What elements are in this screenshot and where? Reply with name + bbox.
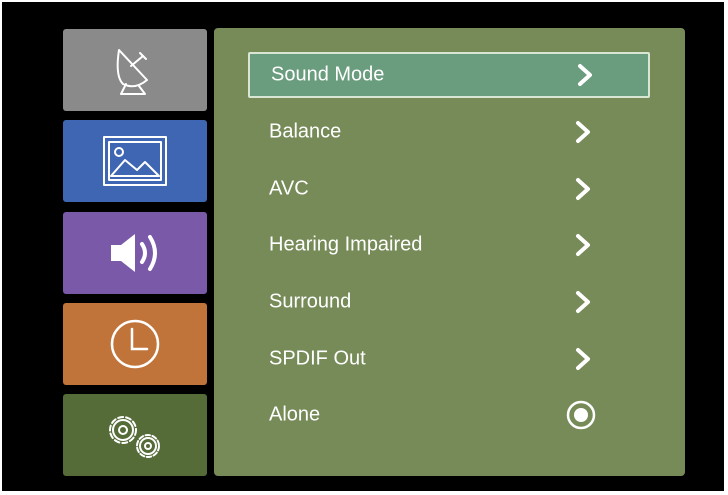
- menu-item-spdif-out[interactable]: SPDIF Out: [248, 336, 650, 382]
- satellite-dish-icon: [111, 44, 159, 96]
- menu-item-balance[interactable]: Balance: [248, 109, 650, 155]
- menu-item-surround[interactable]: Surround: [248, 279, 650, 325]
- speaker-icon: [107, 231, 163, 275]
- menu-item-sound-mode[interactable]: Sound Mode: [248, 52, 650, 98]
- gears-icon: [97, 406, 173, 464]
- menu-item-label: Surround: [269, 290, 352, 313]
- chevron-right-icon: [575, 63, 595, 87]
- menu-item-label: Alone: [269, 403, 321, 426]
- menu-item-label: Sound Mode: [271, 63, 385, 86]
- tab-picture[interactable]: [63, 120, 207, 202]
- picture-icon: [103, 136, 167, 186]
- tab-time[interactable]: [63, 303, 207, 385]
- menu-item-label: SPDIF Out: [269, 347, 366, 370]
- clock-icon: [109, 318, 161, 370]
- chevron-right-icon: [573, 120, 593, 144]
- chevron-right-icon: [573, 290, 593, 314]
- menu-item-avc[interactable]: AVC: [248, 166, 650, 212]
- sound-menu-panel: Sound Mode Balance AVC Hearing Impaired: [214, 28, 685, 476]
- tv-menu-screen: Sound Mode Balance AVC Hearing Impaired: [2, 2, 724, 491]
- tab-channel[interactable]: [63, 29, 207, 111]
- chevron-right-icon: [573, 347, 593, 371]
- menu-item-hearing-impaired[interactable]: Hearing Impaired: [248, 222, 650, 268]
- tab-setup[interactable]: [63, 394, 207, 476]
- radio-selected-icon[interactable]: [566, 400, 596, 430]
- chevron-right-icon: [573, 177, 593, 201]
- menu-item-label: Hearing Impaired: [269, 233, 423, 256]
- menu-item-label: AVC: [269, 177, 309, 200]
- chevron-right-icon: [573, 233, 593, 257]
- tab-sound[interactable]: [63, 212, 207, 294]
- menu-item-label: Balance: [269, 120, 342, 143]
- menu-item-alone[interactable]: Alone: [248, 392, 650, 438]
